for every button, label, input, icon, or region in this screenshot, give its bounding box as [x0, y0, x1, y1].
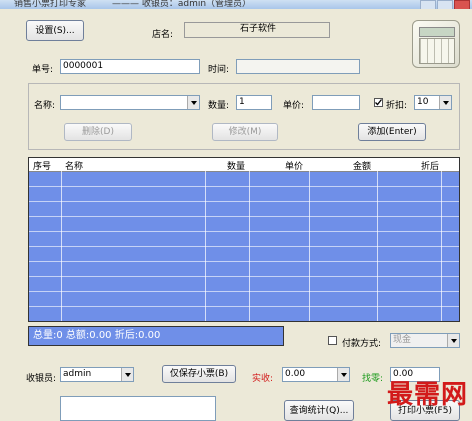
items-table[interactable]: 序号 名称 数量 单价 金额 折后 [28, 157, 460, 322]
column-header-discounted[interactable]: 折后 [421, 159, 439, 172]
calculator-icon[interactable] [412, 20, 460, 68]
checkmark-icon [375, 99, 383, 106]
column-header-price[interactable]: 单价 [285, 159, 303, 172]
discount-combo[interactable]: 10 [414, 95, 452, 110]
change-label: 找零: [362, 374, 384, 384]
calculator-keys [419, 38, 455, 64]
close-button[interactable] [454, 0, 470, 9]
cashier-label: 收银员: [26, 374, 57, 384]
row-divider [29, 261, 459, 262]
window-subtitle: ——— 收银员：admin（管理员） [112, 0, 252, 9]
discount-checkbox[interactable] [374, 98, 383, 107]
column-divider [377, 158, 378, 321]
column-divider [205, 158, 206, 321]
price-label: 单价: [283, 101, 305, 111]
chevron-down-icon [121, 368, 133, 381]
row-divider [29, 231, 459, 232]
watermark-logo: 最需网 [386, 380, 468, 410]
calculator-screen [419, 27, 455, 37]
column-divider [309, 158, 310, 321]
summary-bar: 总量:0 总额:0.00 折后:0.00 [28, 326, 284, 346]
column-divider [249, 158, 250, 321]
row-divider [29, 291, 459, 292]
received-value: 0.00 [285, 369, 306, 379]
order-no-label: 单号: [32, 65, 54, 75]
column-header-qty[interactable]: 数量 [227, 159, 245, 172]
chevron-down-icon [187, 96, 199, 109]
price-field[interactable] [312, 95, 360, 110]
title-bar: 销售小票打印专家 ——— 收银员：admin（管理员） [0, 0, 472, 9]
payment-method-combo[interactable]: 现金 [390, 333, 460, 348]
received-label: 实收: [252, 374, 274, 384]
maximize-button[interactable] [437, 0, 453, 9]
column-header-index[interactable]: 序号 [33, 159, 51, 172]
add-button[interactable]: 添加(Enter) [358, 123, 426, 141]
query-stats-button[interactable]: 查询统计(Q)... [284, 400, 354, 421]
received-combo[interactable]: 0.00 [282, 367, 350, 382]
time-field [236, 59, 360, 74]
shop-label: 店名: [152, 30, 174, 40]
settings-button[interactable]: 设置(S)... [26, 20, 84, 41]
item-name-label: 名称: [34, 101, 56, 111]
qty-label: 数量: [208, 101, 230, 111]
minimize-button[interactable] [420, 0, 436, 9]
discount-label: 折扣: [386, 101, 408, 111]
row-divider [29, 216, 459, 217]
cashier-combo[interactable]: admin [60, 367, 134, 382]
chevron-down-icon [337, 368, 349, 381]
qty-field[interactable]: 1 [236, 95, 272, 110]
window-title: 销售小票打印专家 [14, 0, 87, 9]
shop-name-field: 石子软件 [184, 22, 330, 38]
remarks-textarea[interactable] [60, 396, 216, 421]
chevron-down-icon [439, 96, 451, 109]
modify-button[interactable]: 修改(M) [212, 123, 278, 141]
column-header-name[interactable]: 名称 [65, 159, 83, 172]
row-divider [29, 306, 459, 307]
payment-method-checkbox[interactable] [328, 336, 337, 345]
row-divider [29, 201, 459, 202]
payment-method-value: 现金 [393, 335, 412, 345]
column-divider [61, 158, 62, 321]
row-divider [29, 246, 459, 247]
cashier-value: admin [63, 369, 92, 379]
payment-method-label: 付款方式: [342, 339, 382, 349]
chevron-down-icon [447, 334, 459, 347]
discount-value: 10 [417, 97, 429, 107]
order-no-field[interactable]: 0000001 [60, 59, 200, 74]
row-divider [29, 186, 459, 187]
row-divider [29, 276, 459, 277]
item-name-combo[interactable] [60, 95, 200, 110]
save-only-button[interactable]: 仅保存小票(B) [162, 365, 236, 383]
time-label: 时间: [208, 65, 230, 75]
column-divider [441, 158, 442, 321]
table-header: 序号 名称 数量 单价 金额 折后 [29, 158, 459, 172]
delete-button[interactable]: 删除(D) [64, 123, 132, 141]
column-header-amount[interactable]: 金额 [353, 159, 371, 172]
